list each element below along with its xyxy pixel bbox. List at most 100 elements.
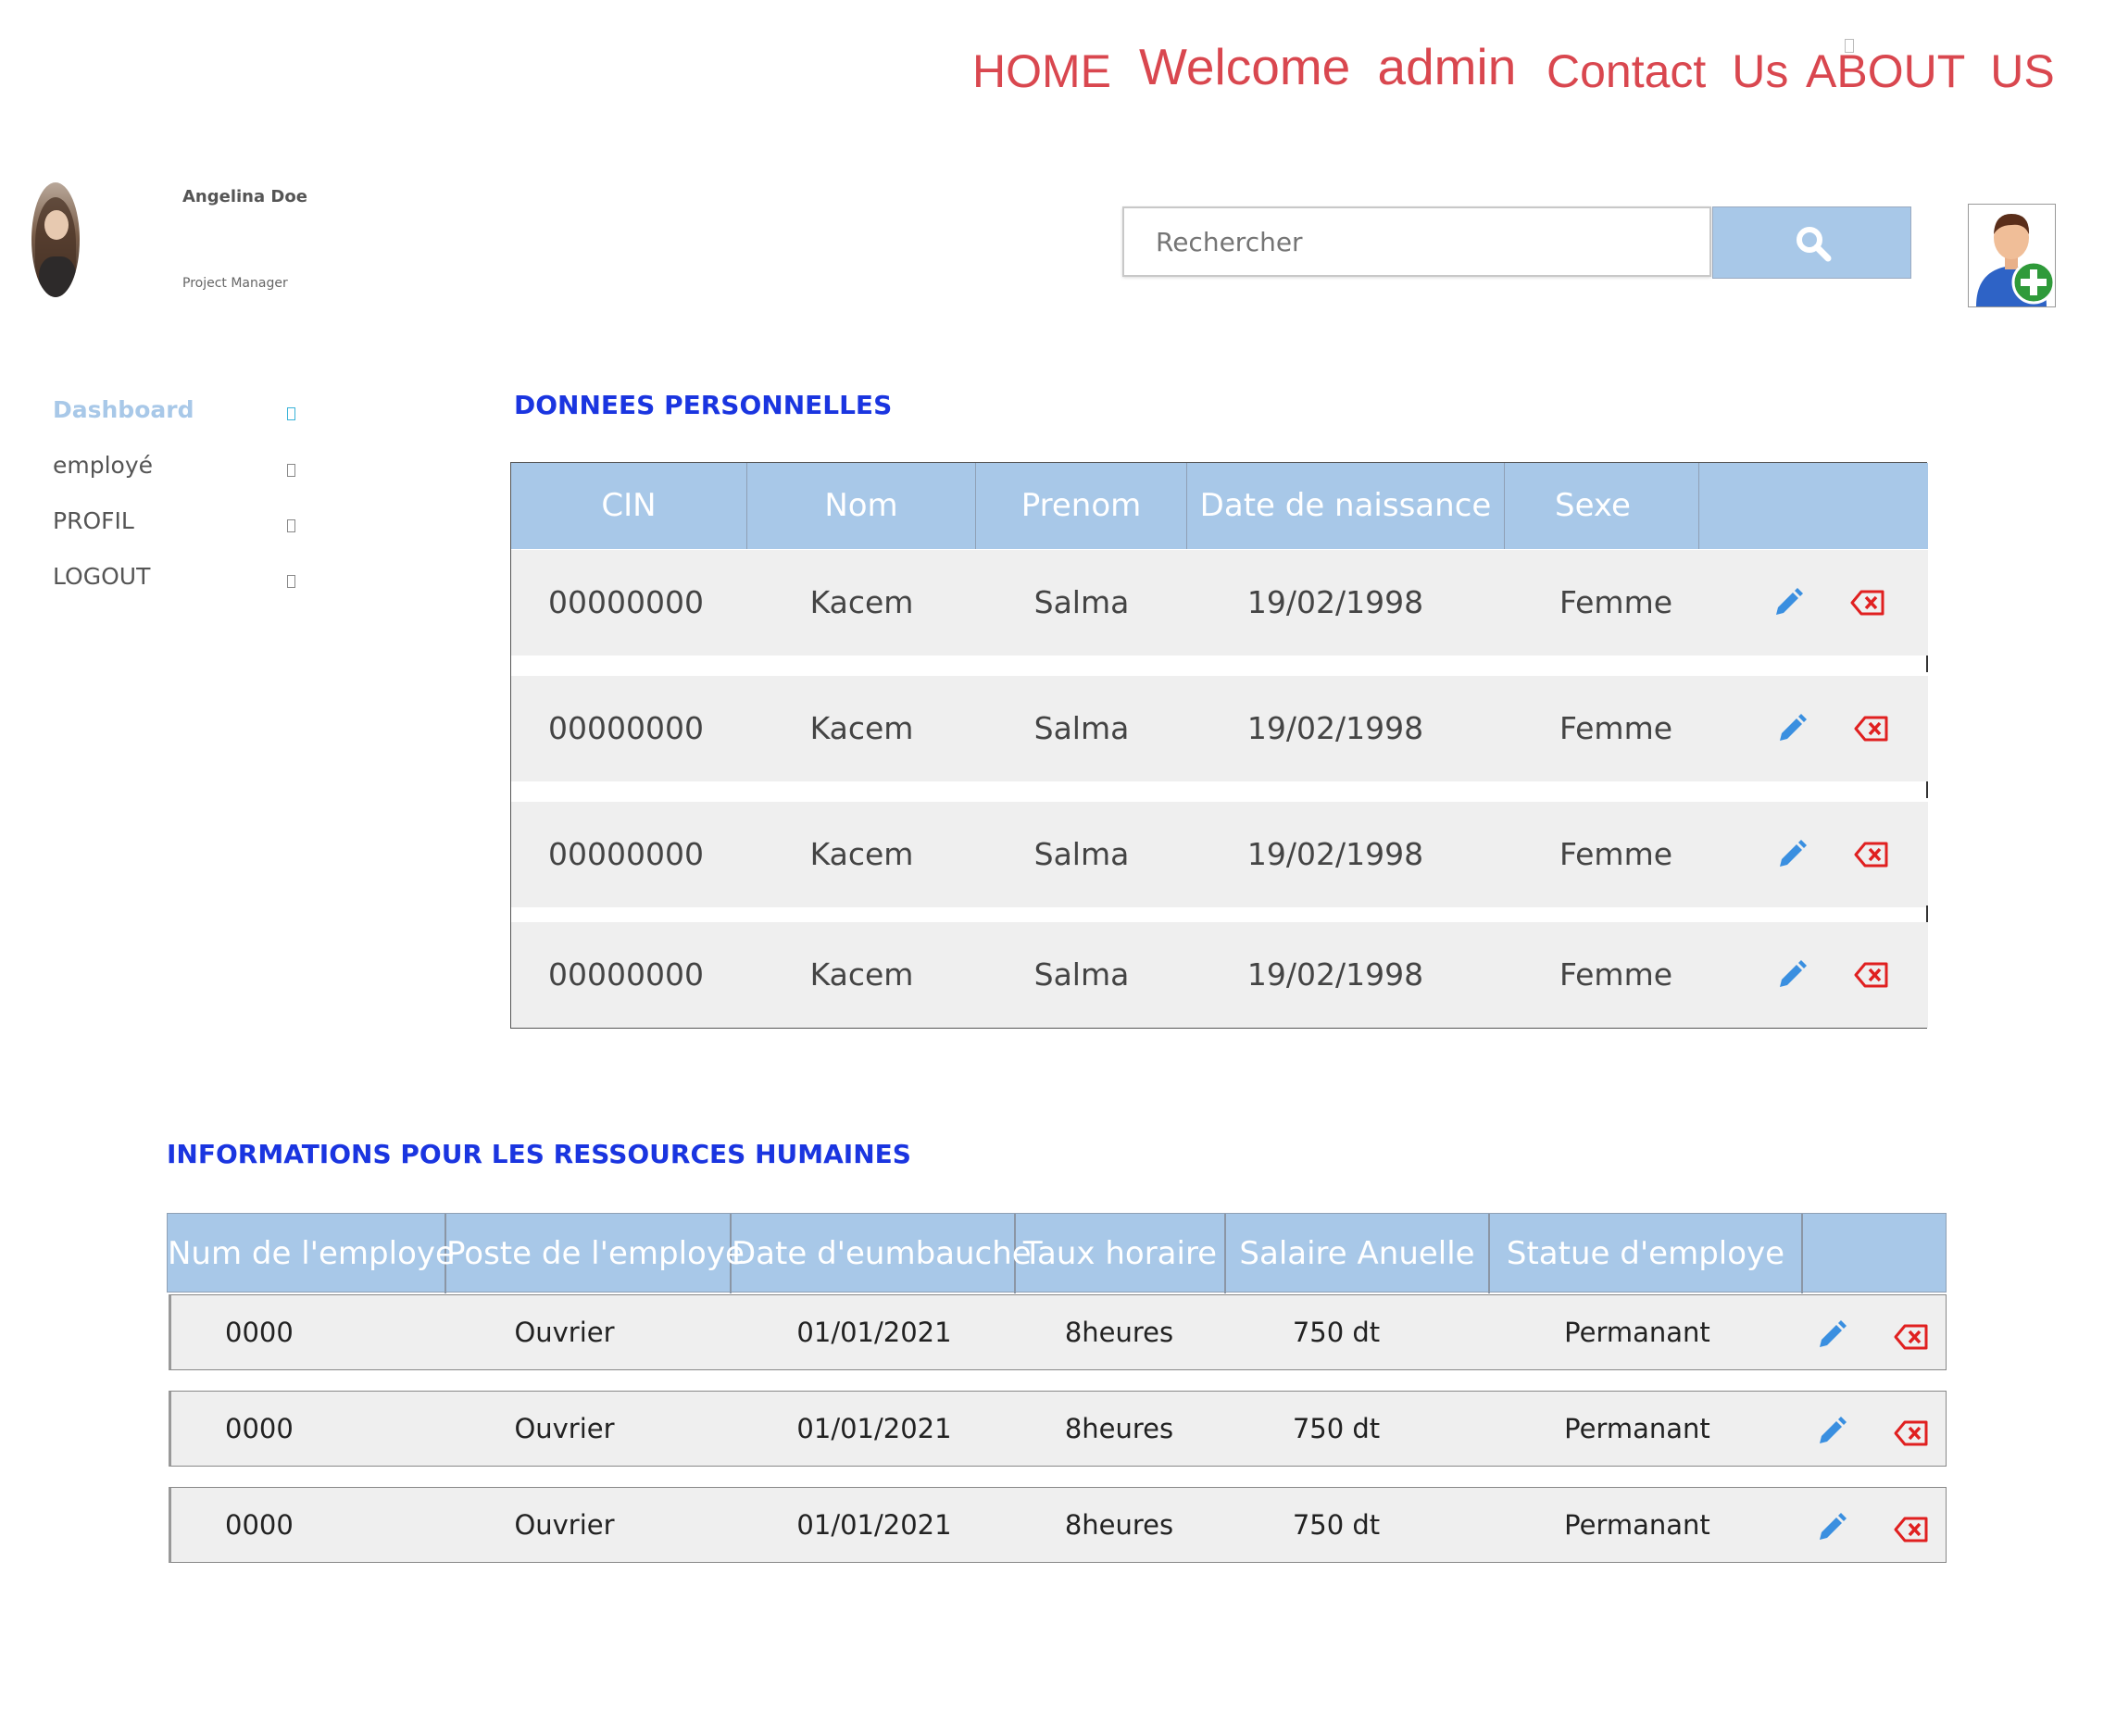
avatar <box>31 182 80 297</box>
cell-cin: 00000000 <box>548 584 704 620</box>
delete-icon[interactable] <box>1894 1323 1929 1351</box>
cell-date-embauche: 01/01/2021 <box>796 1317 952 1348</box>
sidebar-item-employe[interactable]: employé <box>53 452 153 479</box>
personal-data-table: CIN Nom Prenom Date de naissance Sexe 00… <box>510 462 1928 1029</box>
pencil-icon[interactable] <box>1772 587 1804 618</box>
pencil-icon[interactable] <box>1816 1416 1847 1447</box>
pencil-icon[interactable] <box>1816 1319 1847 1351</box>
table-row: 00000000 Kacem Salma 19/02/1998 Femme <box>511 802 1928 907</box>
cell-date-naissance: 19/02/1998 <box>1246 710 1424 746</box>
pencil-icon[interactable] <box>1776 713 1808 744</box>
cell-taux-horaire: 8heures <box>1064 1509 1174 1541</box>
logout-icon <box>287 575 295 588</box>
cell-poste: Ouvrier <box>514 1317 615 1348</box>
column-header-sexe: Sexe <box>1505 463 1699 549</box>
cell-num-employe: 0000 <box>225 1317 294 1348</box>
add-user-icon <box>1976 214 2056 306</box>
delete-icon[interactable] <box>1854 715 1889 743</box>
sidebar-item-profil[interactable]: PROFIL <box>53 507 134 534</box>
delete-icon[interactable] <box>1894 1516 1929 1543</box>
search-input[interactable] <box>1122 206 1711 277</box>
cell-sexe: Femme <box>1559 836 1673 872</box>
cell-prenom: Salma <box>1033 836 1130 872</box>
delete-icon[interactable] <box>1850 589 1885 617</box>
column-header-prenom: Prenom <box>976 463 1187 549</box>
cell-cin: 00000000 <box>548 710 704 746</box>
nav-about-link[interactable]: ABOUT US <box>1806 44 2055 98</box>
search-button[interactable] <box>1712 206 1911 279</box>
cell-cin: 00000000 <box>548 956 704 993</box>
sidebar-item-logout[interactable]: LOGOUT <box>53 563 150 590</box>
profil-icon <box>287 519 295 532</box>
column-header-poste: Poste de l'employe <box>446 1214 745 1293</box>
column-header-statut: Statue d'employe <box>1490 1214 1803 1293</box>
profile-role: Project Manager <box>182 276 288 291</box>
sidebar-item-dashboard[interactable]: Dashboard <box>53 396 194 423</box>
cell-prenom: Salma <box>1033 956 1130 993</box>
column-header-actions <box>1803 1214 1946 1293</box>
missing-glyph-icon <box>1845 39 1854 53</box>
cell-nom: Kacem <box>809 956 914 993</box>
column-header-actions <box>1699 463 1928 549</box>
table-row: 0000 Ouvrier 01/01/2021 8heures 750 dt P… <box>169 1294 1947 1370</box>
pencil-icon[interactable] <box>1816 1512 1847 1543</box>
cell-prenom: Salma <box>1033 584 1130 620</box>
border-fragment <box>1926 656 1928 672</box>
border-fragment <box>1926 781 1928 798</box>
table-row: 0000 Ouvrier 01/01/2021 8heures 750 dt P… <box>169 1391 1947 1467</box>
personal-data-title: DONNEES PERSONNELLES <box>514 390 893 420</box>
nav-home-link[interactable]: HOME <box>972 44 1111 98</box>
welcome-text: Welcome admin <box>1139 38 1517 95</box>
column-header-salaire: Salaire Anuelle <box>1226 1214 1490 1293</box>
cell-date-embauche: 01/01/2021 <box>796 1509 952 1541</box>
hr-info-title: INFORMATIONS POUR LES RESSOURCES HUMAINE… <box>167 1139 911 1169</box>
cell-num-employe: 0000 <box>225 1509 294 1541</box>
cell-sexe: Femme <box>1559 584 1673 620</box>
search-icon <box>1797 227 1832 262</box>
delete-icon[interactable] <box>1894 1419 1929 1447</box>
cell-cin: 00000000 <box>548 836 704 872</box>
cell-statut: Permanant <box>1564 1317 1710 1348</box>
pencil-icon[interactable] <box>1776 959 1808 991</box>
cell-salaire: 750 dt <box>1292 1413 1381 1444</box>
add-user-button[interactable] <box>1968 204 2056 307</box>
column-header-nom: Nom <box>747 463 976 549</box>
cell-sexe: Femme <box>1559 956 1673 993</box>
pencil-icon[interactable] <box>1776 839 1808 870</box>
table-header: CIN Nom Prenom Date de naissance Sexe <box>511 463 1928 549</box>
table-row: 0000 Ouvrier 01/01/2021 8heures 750 dt P… <box>169 1487 1947 1563</box>
hr-table-header: Num de l'employe Poste de l'employe Date… <box>167 1213 1947 1293</box>
cell-nom: Kacem <box>809 710 914 746</box>
cell-salaire: 750 dt <box>1292 1317 1381 1348</box>
cell-date-naissance: 19/02/1998 <box>1246 836 1424 872</box>
delete-icon[interactable] <box>1854 961 1889 989</box>
cell-date-naissance: 19/02/1998 <box>1246 584 1424 620</box>
column-header-date-naissance: Date de naissance <box>1187 463 1505 549</box>
cell-date-embauche: 01/01/2021 <box>796 1413 952 1444</box>
delete-icon[interactable] <box>1854 841 1889 868</box>
table-row: 00000000 Kacem Salma 19/02/1998 Femme <box>511 922 1928 1028</box>
cell-nom: Kacem <box>809 584 914 620</box>
dashboard-icon <box>287 407 295 420</box>
cell-nom: Kacem <box>809 836 914 872</box>
cell-sexe: Femme <box>1559 710 1673 746</box>
column-header-taux-horaire: Taux horaire <box>1016 1214 1226 1293</box>
cell-salaire: 750 dt <box>1292 1509 1381 1541</box>
table-row: 00000000 Kacem Salma 19/02/1998 Femme <box>511 550 1928 656</box>
cell-prenom: Salma <box>1033 710 1130 746</box>
employe-icon <box>287 464 295 477</box>
cell-statut: Permanant <box>1564 1413 1710 1444</box>
cell-taux-horaire: 8heures <box>1064 1413 1174 1444</box>
column-header-num-employe: Num de l'employe <box>168 1214 455 1293</box>
cell-taux-horaire: 8heures <box>1064 1317 1174 1348</box>
column-header-cin: CIN <box>511 463 747 549</box>
nav-contact-link[interactable]: Contact Us <box>1546 44 1788 98</box>
border-fragment <box>1926 905 1928 922</box>
cell-poste: Ouvrier <box>514 1509 615 1541</box>
column-header-date-embauche: Date d'eumbauche <box>732 1214 1032 1293</box>
cell-num-employe: 0000 <box>225 1413 294 1444</box>
cell-statut: Permanant <box>1564 1509 1710 1541</box>
profile-name: Angelina Doe <box>182 187 307 206</box>
cell-poste: Ouvrier <box>514 1413 615 1444</box>
cell-date-naissance: 19/02/1998 <box>1246 956 1424 993</box>
